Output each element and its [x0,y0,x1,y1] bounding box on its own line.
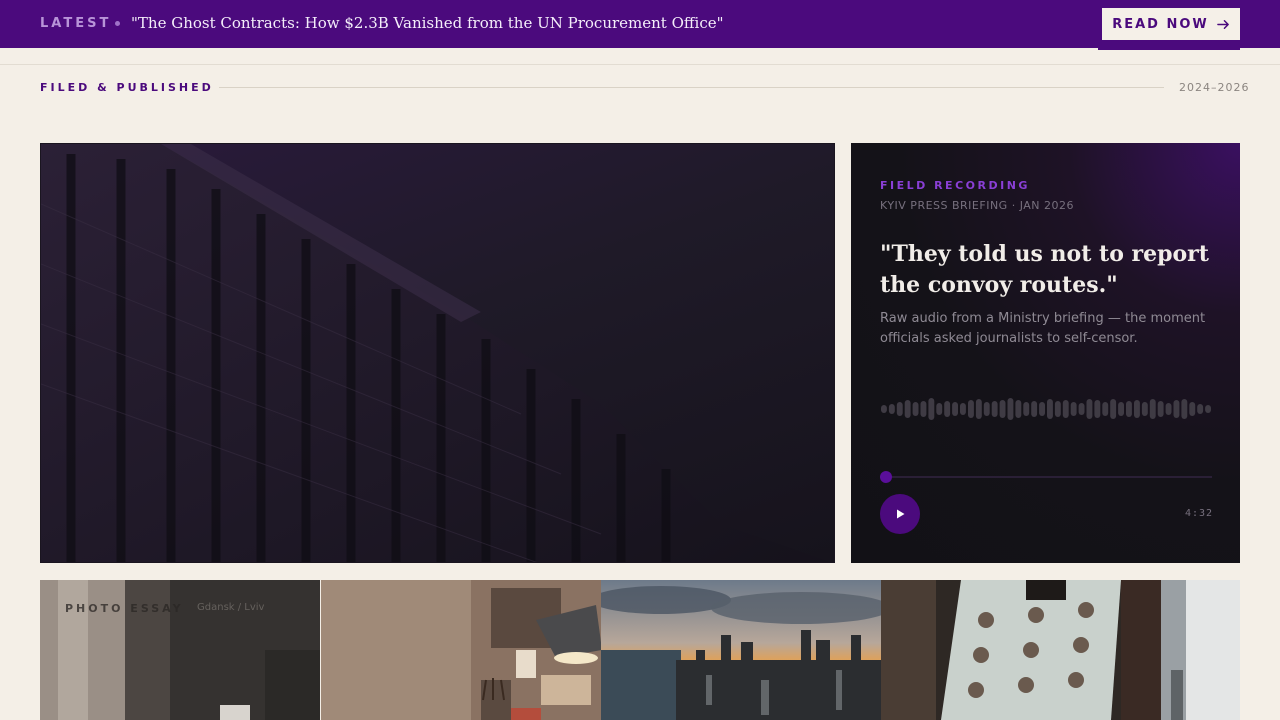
section-title: FILED & PUBLISHED [40,81,214,94]
waveform-bar [904,400,911,418]
play-icon [897,509,905,519]
section-years: 2024–2026 [1179,81,1250,94]
waveform-bar [1070,402,1077,416]
waveform-bar [881,405,887,413]
waveform-bar [1086,399,1093,419]
waveform-bar [1031,401,1038,417]
waveform-bar [1062,400,1069,418]
waveform-bar [1054,401,1061,417]
waveform-bar [983,402,990,416]
hero-image[interactable] [40,143,835,563]
waveform-bar [1118,402,1124,416]
waveform-bar [1023,402,1030,416]
waveform-bar [1102,402,1109,416]
waveform-bar [1126,401,1132,417]
waveform-bar [952,402,958,416]
waveform-bar [968,400,974,418]
audio-scrubber-handle[interactable] [880,471,892,483]
read-now-button[interactable]: READ NOW [1102,8,1240,40]
waveform-bar [1039,402,1045,416]
waveform-bar [1141,402,1148,416]
waveform-bar [999,400,1006,418]
photo-essay-tile-1[interactable]: PHOTO ESSAY Gdansk / Lviv [40,580,320,720]
waveform-bar [936,403,943,415]
waveform-bar [1134,400,1140,418]
card-eyebrow: FIELD RECORDING [880,179,1030,192]
arrow-right-icon [1216,19,1229,29]
waveform-bar [1015,400,1022,418]
card-meta: KYIV PRESS BRIEFING · JAN 2026 [880,199,1074,212]
waveform-bar [1189,402,1196,416]
photo-essay-tile-4[interactable] [881,580,1161,720]
field-recording-card: FIELD RECORDING KYIV PRESS BRIEFING · JA… [851,143,1240,563]
waveform-bar [888,404,895,414]
building-photo [41,144,831,562]
latest-label: LATEST [40,16,112,31]
city-skyline-photo [601,580,881,720]
waveform-bar [912,402,919,416]
audio-duration: 4:32 [1185,508,1214,519]
waveform-bar [944,401,951,417]
waveform-bar [1165,403,1172,415]
photo-essay-sublabel: Gdansk / Lviv [197,602,265,613]
card-description: Raw audio from a Ministry briefing — the… [880,311,1206,346]
waveform-bar [1094,400,1101,418]
interior-photo [40,580,320,720]
waveform-bar [1007,398,1014,420]
photo-essay-tile-2[interactable] [321,580,601,720]
waveform-bar [1149,399,1156,419]
waveform-bar [1157,401,1164,417]
desk-lamp-photo [321,580,601,720]
evidence-board-photo [881,580,1161,720]
photo-essay-tile-3[interactable] [601,580,881,720]
divider [0,64,1280,65]
waveform-bar [960,403,966,415]
button-underline [1098,48,1240,50]
waveform-bar [928,398,935,420]
waveform-bar [1078,403,1085,415]
waveform-bar [1173,400,1180,418]
read-now-label: READ NOW [1112,16,1209,32]
waveform-bar [1181,399,1188,419]
waveform-bar [1047,399,1053,419]
audio-progress-track[interactable] [880,476,1212,478]
waveform-bar [1205,405,1211,413]
separator-dot [115,21,120,26]
window-photo [1161,580,1240,720]
latest-banner: LATEST "The Ghost Contracts: How $2.3B V… [0,0,1280,48]
waveform-bar [920,401,927,417]
section-divider [219,87,1164,88]
play-button[interactable] [880,494,920,534]
waveform-bar [1110,399,1117,419]
photo-essay-label: PHOTO ESSAY [65,602,184,615]
latest-headline-link[interactable]: "The Ghost Contracts: How $2.3B Vanished… [131,14,724,32]
waveform-bar [896,402,903,416]
card-quote: "They told us not to report the convoy r… [880,241,1209,298]
photo-essay-tile-5[interactable] [1161,580,1240,720]
waveform-bar [975,399,982,419]
audio-waveform[interactable] [880,397,1212,421]
waveform-bar [1197,404,1204,414]
waveform-bar [991,401,998,417]
